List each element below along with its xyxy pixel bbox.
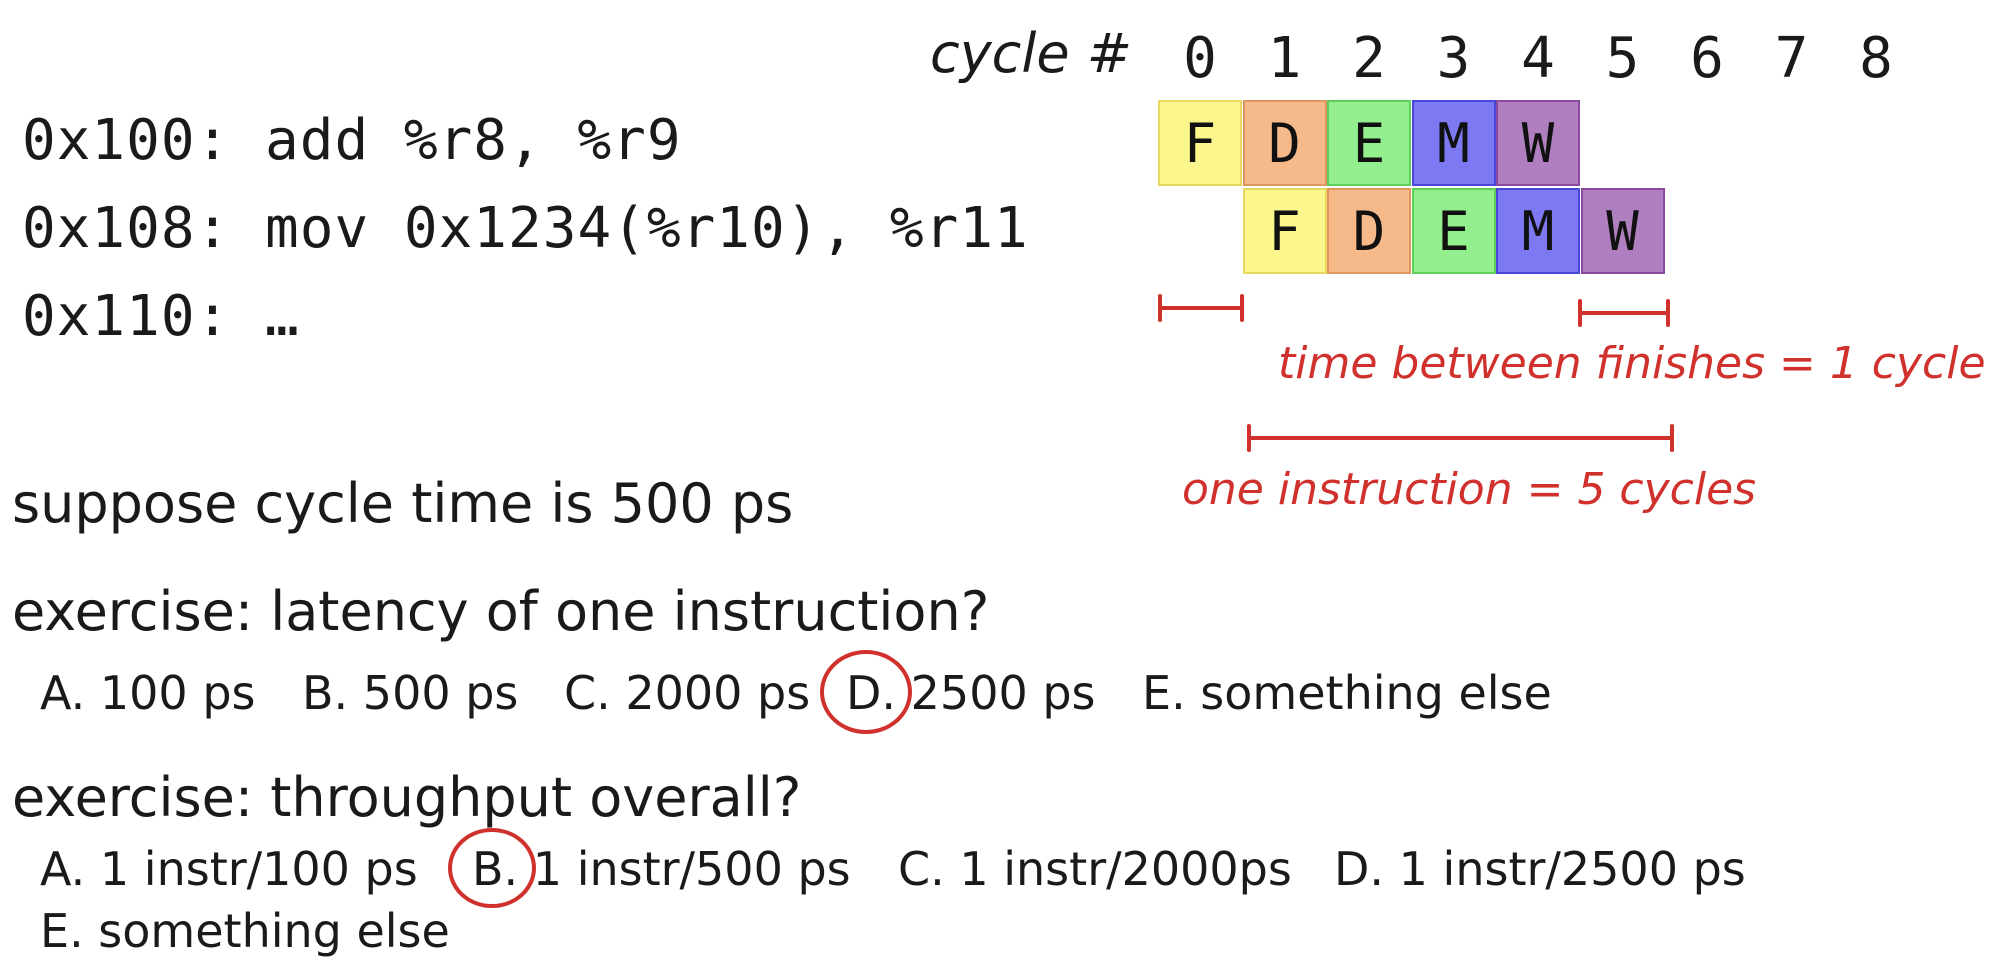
ex2-option-d: D. 1 instr/2500 ps bbox=[1334, 842, 1746, 896]
ex2-option-a: A. 1 instr/100 ps bbox=[40, 842, 418, 896]
latency-bracket bbox=[1247, 424, 1674, 452]
ex1-option-b: B. 500 ps bbox=[302, 666, 519, 720]
finish-gap-bracket bbox=[1578, 299, 1670, 327]
first-cycle-bracket bbox=[1158, 294, 1244, 322]
ex2-option-b: B. 1 instr/500 ps bbox=[472, 842, 851, 896]
ex1-option-e: E. something else bbox=[1142, 666, 1552, 720]
exercise-2-question: exercise: throughput overall? bbox=[12, 766, 802, 829]
ex1-option-d: D. 2500 ps bbox=[846, 666, 1096, 720]
annotation-throughput: time between finishes = 1 cycle bbox=[1278, 338, 1986, 389]
ex2-option-c: C. 1 instr/2000ps bbox=[898, 842, 1292, 896]
cycle-time-statement: suppose cycle time is 500 ps bbox=[12, 472, 794, 535]
ex1-option-a: A. 100 ps bbox=[40, 666, 256, 720]
exercise-1-question: exercise: latency of one instruction? bbox=[12, 580, 990, 643]
ex2-option-e: E. something else bbox=[40, 904, 450, 958]
ex1-option-c: C. 2000 ps bbox=[564, 666, 811, 720]
annotation-latency: one instruction = 5 cycles bbox=[1182, 464, 1757, 515]
